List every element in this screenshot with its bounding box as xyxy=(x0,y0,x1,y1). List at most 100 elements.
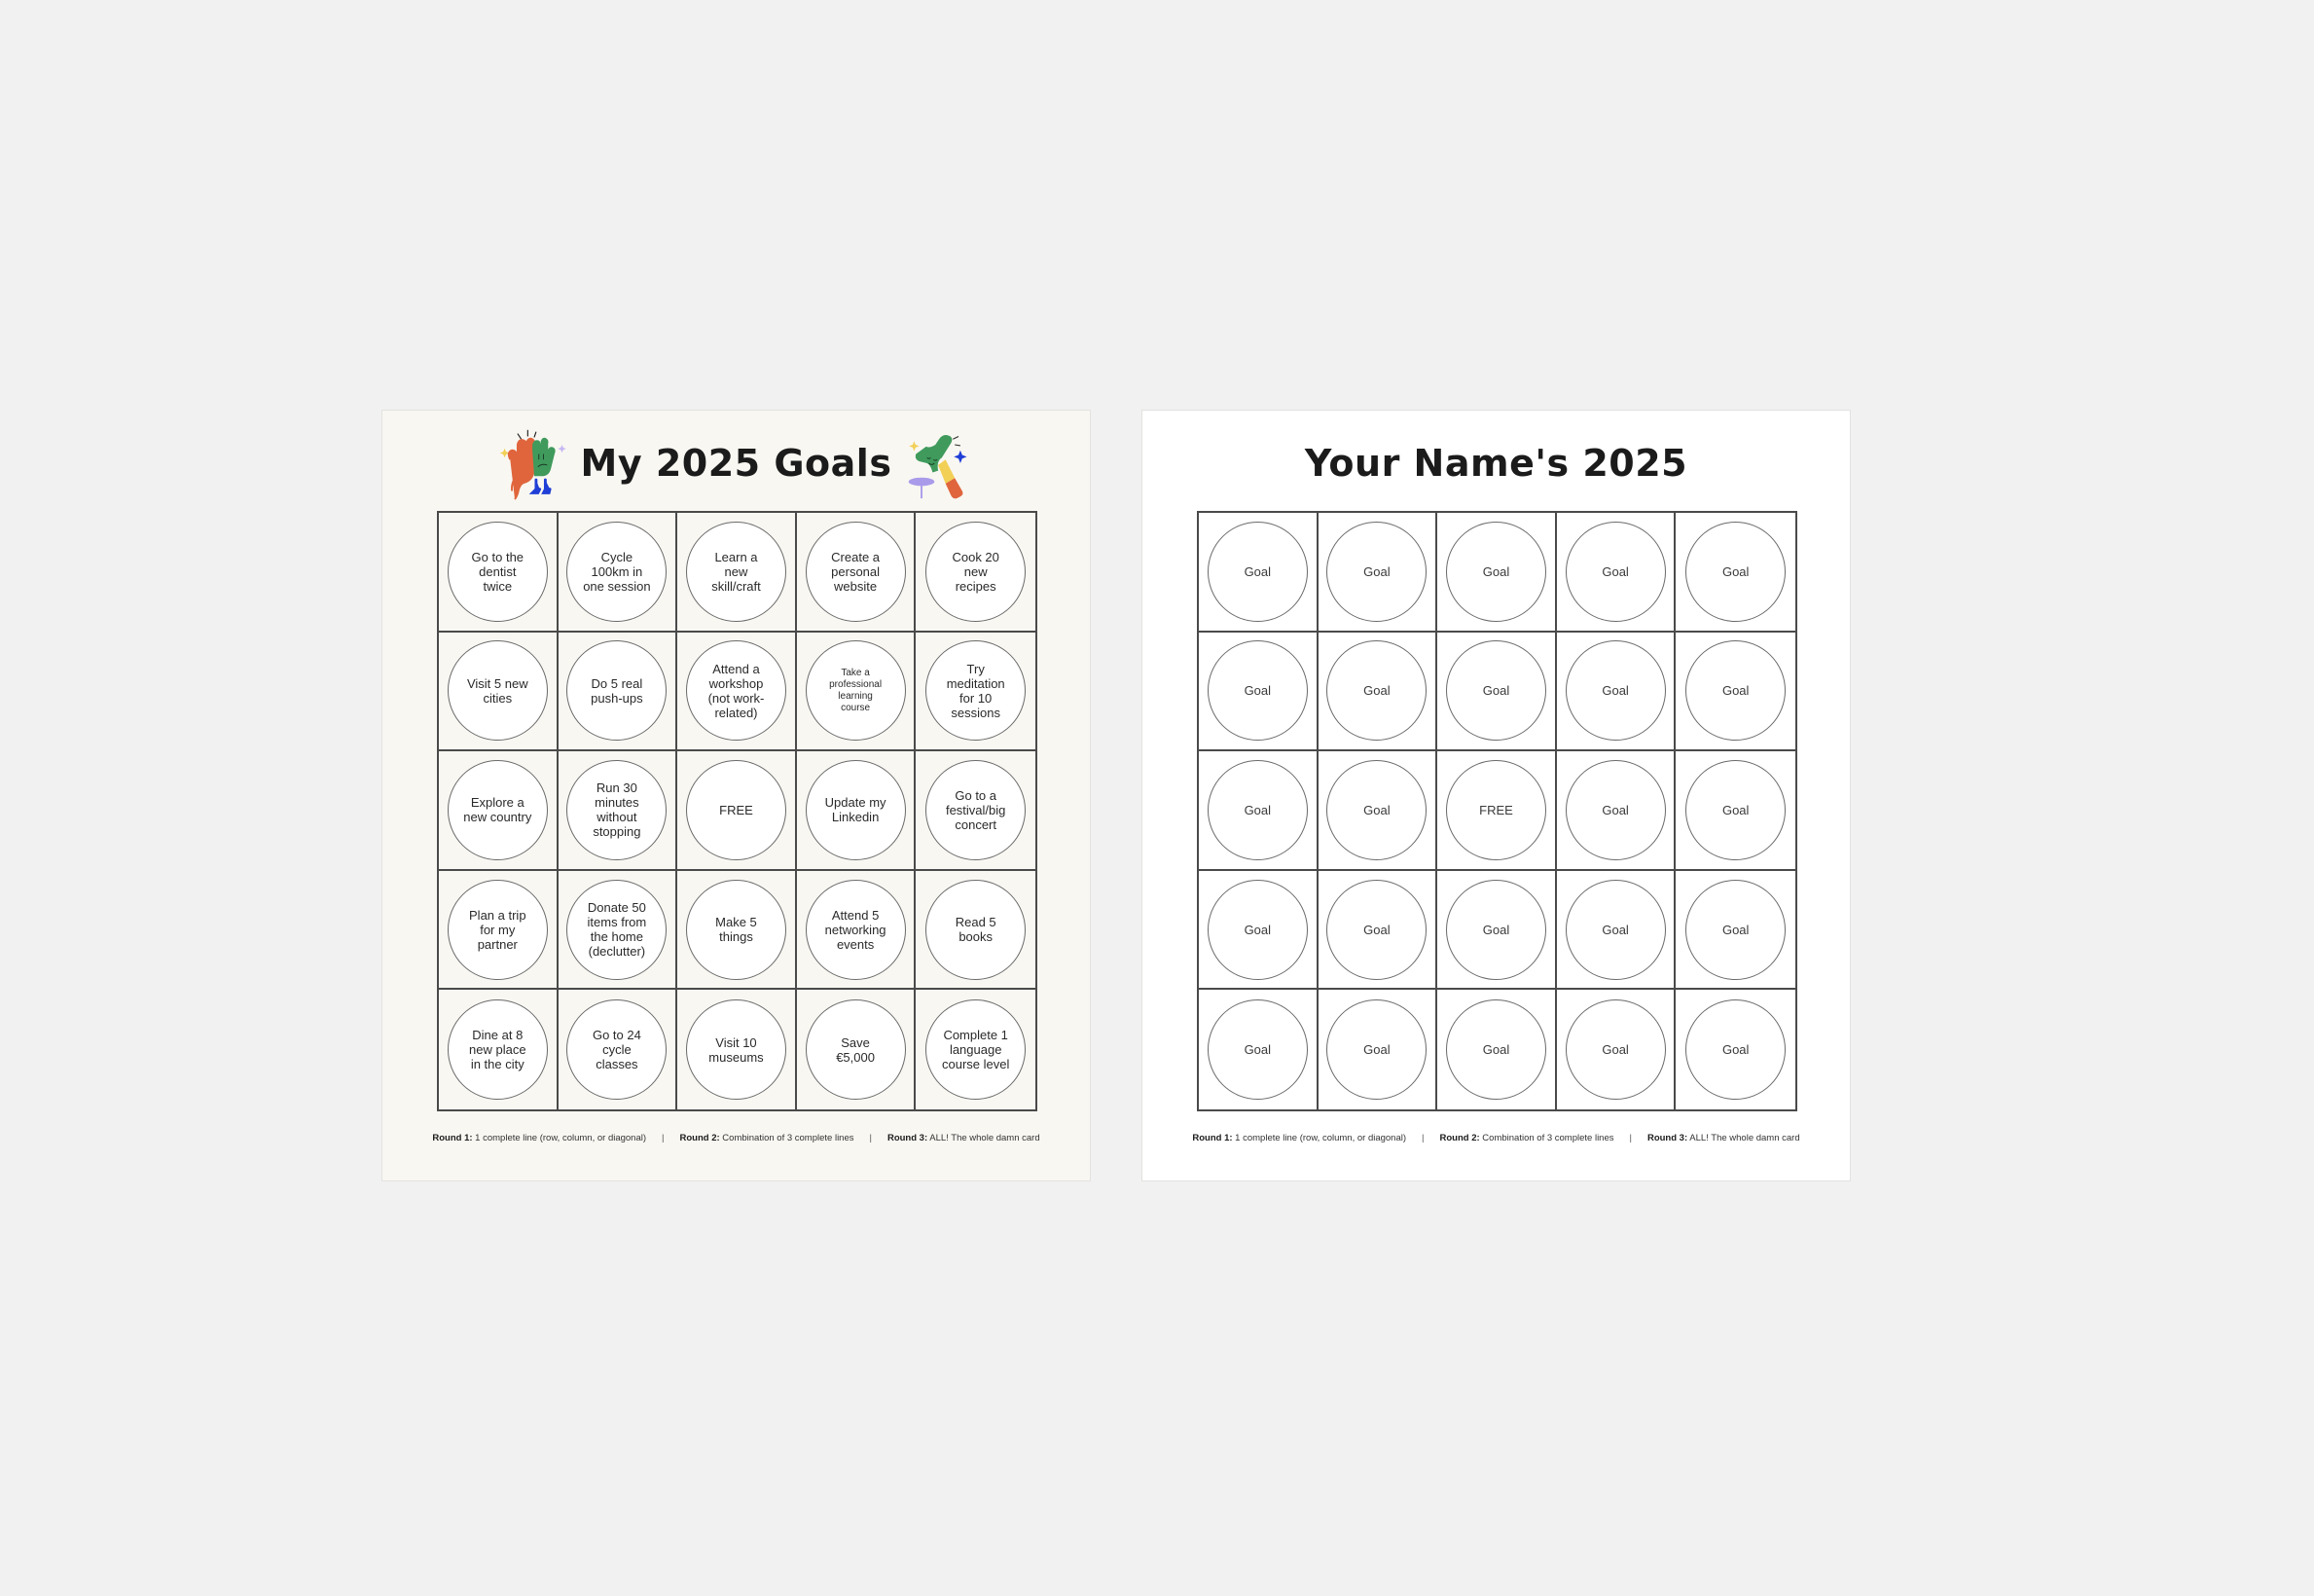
free-space-circle: FREE xyxy=(685,759,786,860)
bingo-cell[interactable]: Goal xyxy=(1676,990,1795,1109)
round-2-rule: Round 2: Combination of 3 complete lines xyxy=(1439,1133,1614,1143)
goal-circle: Attend a workshop (not work- related) xyxy=(685,640,786,742)
bingo-cell[interactable]: Goal xyxy=(1199,990,1319,1109)
goal-circle: Goal xyxy=(1326,521,1428,622)
bingo-cell[interactable]: Go to a festival/big concert xyxy=(916,751,1035,871)
bingo-cell[interactable]: Goal xyxy=(1437,513,1557,633)
bingo-cell[interactable]: Save €5,000 xyxy=(797,990,917,1109)
separator: | xyxy=(1422,1133,1425,1143)
bingo-card-example: My 2025 Goals Go to the dentist twice Cy… xyxy=(381,410,1091,1181)
goal-circle: Goal xyxy=(1326,879,1428,980)
bingo-cell[interactable]: Goal xyxy=(1556,751,1677,871)
card-title: My 2025 Goals xyxy=(580,442,892,485)
goal-circle: Try meditation for 10 sessions xyxy=(925,640,1027,742)
bingo-cell[interactable]: Cycle 100km in one session xyxy=(558,513,678,633)
goal-circle: Make 5 things xyxy=(685,879,786,980)
bingo-cell[interactable]: Run 30 minutes without stopping xyxy=(558,751,678,871)
goal-circle: Goal xyxy=(1445,640,1546,742)
bingo-cell[interactable]: Goal xyxy=(1676,633,1795,752)
goal-circle: Save €5,000 xyxy=(805,999,906,1101)
goal-circle: Do 5 real push-ups xyxy=(566,640,668,742)
bingo-cell[interactable]: Goal xyxy=(1199,513,1319,633)
bingo-cell[interactable]: Visit 5 new cities xyxy=(439,632,559,752)
bingo-cell[interactable]: Goal xyxy=(1318,513,1438,633)
goal-circle: Goal xyxy=(1685,999,1787,1101)
goal-circle: Complete 1 language course level xyxy=(925,999,1027,1101)
bingo-cell[interactable]: Go to 24 cycle classes xyxy=(559,990,678,1109)
bingo-cell-free[interactable]: FREE xyxy=(677,751,797,871)
goal-circle: Goal xyxy=(1685,521,1787,622)
goal-circle: Create a personal website xyxy=(805,521,906,622)
goal-circle: Goal xyxy=(1685,640,1787,742)
goal-circle: Goal xyxy=(1685,759,1787,860)
bingo-cell[interactable]: Goal xyxy=(1556,632,1677,752)
bingo-cell[interactable]: Goal xyxy=(1676,751,1795,871)
bingo-cell[interactable]: Goal xyxy=(1437,990,1557,1109)
bingo-cell[interactable]: Goal xyxy=(1556,513,1677,633)
goal-circle: Goal xyxy=(1565,999,1666,1101)
goal-circle: Goal xyxy=(1445,521,1546,622)
goal-circle: Go to 24 cycle classes xyxy=(566,999,668,1101)
bingo-cell[interactable]: Goal xyxy=(1437,870,1557,991)
bingo-cell[interactable]: Read 5 books xyxy=(916,871,1035,991)
bingo-cell[interactable]: Create a personal website xyxy=(796,513,917,633)
bingo-cell-free[interactable]: FREE xyxy=(1437,751,1557,871)
bingo-cell[interactable]: Goal xyxy=(1199,870,1319,991)
bingo-cell[interactable]: Go to the dentist twice xyxy=(439,513,559,633)
bingo-cell[interactable]: Learn a new skill/craft xyxy=(677,513,797,633)
goal-circle: Learn a new skill/craft xyxy=(685,521,786,622)
bingo-cell[interactable]: Goal xyxy=(1318,870,1438,991)
bingo-grid: Goal Goal Goal Goal Goal Goal Goal Goal … xyxy=(1197,511,1797,1111)
goal-circle: Dine at 8 new place in the city xyxy=(447,999,548,1101)
goal-circle: Take a professional learning course xyxy=(805,640,906,742)
bingo-cell[interactable]: Goal xyxy=(1318,632,1438,752)
bingo-cell[interactable]: Cook 20 new recipes xyxy=(916,513,1035,633)
bingo-grid: Go to the dentist twice Cycle 100km in o… xyxy=(437,511,1037,1111)
goal-circle: Go to a festival/big concert xyxy=(925,759,1027,860)
rules-footer: Round 1: 1 complete line (row, column, o… xyxy=(1142,1133,1850,1143)
goal-circle: Goal xyxy=(1565,640,1666,742)
bingo-cell[interactable]: Complete 1 language course level xyxy=(916,990,1035,1109)
goal-circle: Goal xyxy=(1326,999,1428,1101)
bingo-cell[interactable]: Donate 50 items from the home (declutter… xyxy=(558,870,678,991)
bingo-cell[interactable]: Attend a workshop (not work- related) xyxy=(677,632,797,752)
rules-footer: Round 1: 1 complete line (row, column, o… xyxy=(382,1133,1090,1143)
goal-circle: Goal xyxy=(1326,759,1428,860)
bingo-cell[interactable]: Plan a trip for my partner xyxy=(439,870,559,991)
card-title[interactable]: Your Name's 2025 xyxy=(1142,436,1850,490)
goal-circle: Read 5 books xyxy=(925,879,1027,980)
goal-circle: Donate 50 items from the home (declutter… xyxy=(566,879,668,980)
bingo-cell[interactable]: Goal xyxy=(1199,751,1319,871)
bingo-cell[interactable]: Make 5 things xyxy=(677,870,797,991)
goal-circle: Goal xyxy=(1565,879,1666,980)
bingo-cell[interactable]: Goal xyxy=(1676,871,1795,991)
bingo-cell[interactable]: Goal xyxy=(1319,990,1438,1109)
separator: | xyxy=(869,1133,872,1143)
bingo-cell[interactable]: Dine at 8 new place in the city xyxy=(439,990,559,1109)
bingo-cell[interactable]: Try meditation for 10 sessions xyxy=(916,633,1035,752)
goal-circle: Goal xyxy=(1207,640,1308,742)
separator: | xyxy=(1629,1133,1632,1143)
bingo-cell[interactable]: Take a professional learning course xyxy=(796,632,917,752)
goal-circle: Goal xyxy=(1207,999,1308,1101)
goal-circle: Cook 20 new recipes xyxy=(925,521,1027,622)
bingo-card-template: Your Name's 2025 Goal Goal Goal Goal Goa… xyxy=(1141,410,1851,1181)
bingo-cell[interactable]: Goal xyxy=(1676,513,1795,633)
goal-circle: Goal xyxy=(1207,759,1308,860)
bingo-cell[interactable]: Goal xyxy=(1556,870,1677,991)
bingo-cell[interactable]: Goal xyxy=(1318,751,1438,871)
bingo-cell[interactable]: Do 5 real push-ups xyxy=(558,632,678,752)
goal-circle: Goal xyxy=(1565,521,1666,622)
bingo-cell[interactable]: Update my Linkedin xyxy=(796,751,917,871)
bingo-cell[interactable]: Goal xyxy=(1199,632,1319,752)
bingo-cell[interactable]: Attend 5 networking events xyxy=(796,870,917,991)
goal-circle: Visit 10 museums xyxy=(685,999,786,1101)
goal-circle: Goal xyxy=(1445,879,1546,980)
goal-circle: Goal xyxy=(1207,521,1308,622)
bingo-cell[interactable]: Visit 10 museums xyxy=(677,990,797,1109)
bingo-cell[interactable]: Goal xyxy=(1437,632,1557,752)
bingo-cell[interactable]: Explore a new country xyxy=(439,751,559,871)
bingo-cell[interactable]: Goal xyxy=(1557,990,1677,1109)
separator: | xyxy=(662,1133,665,1143)
free-space-circle: FREE xyxy=(1445,759,1546,860)
